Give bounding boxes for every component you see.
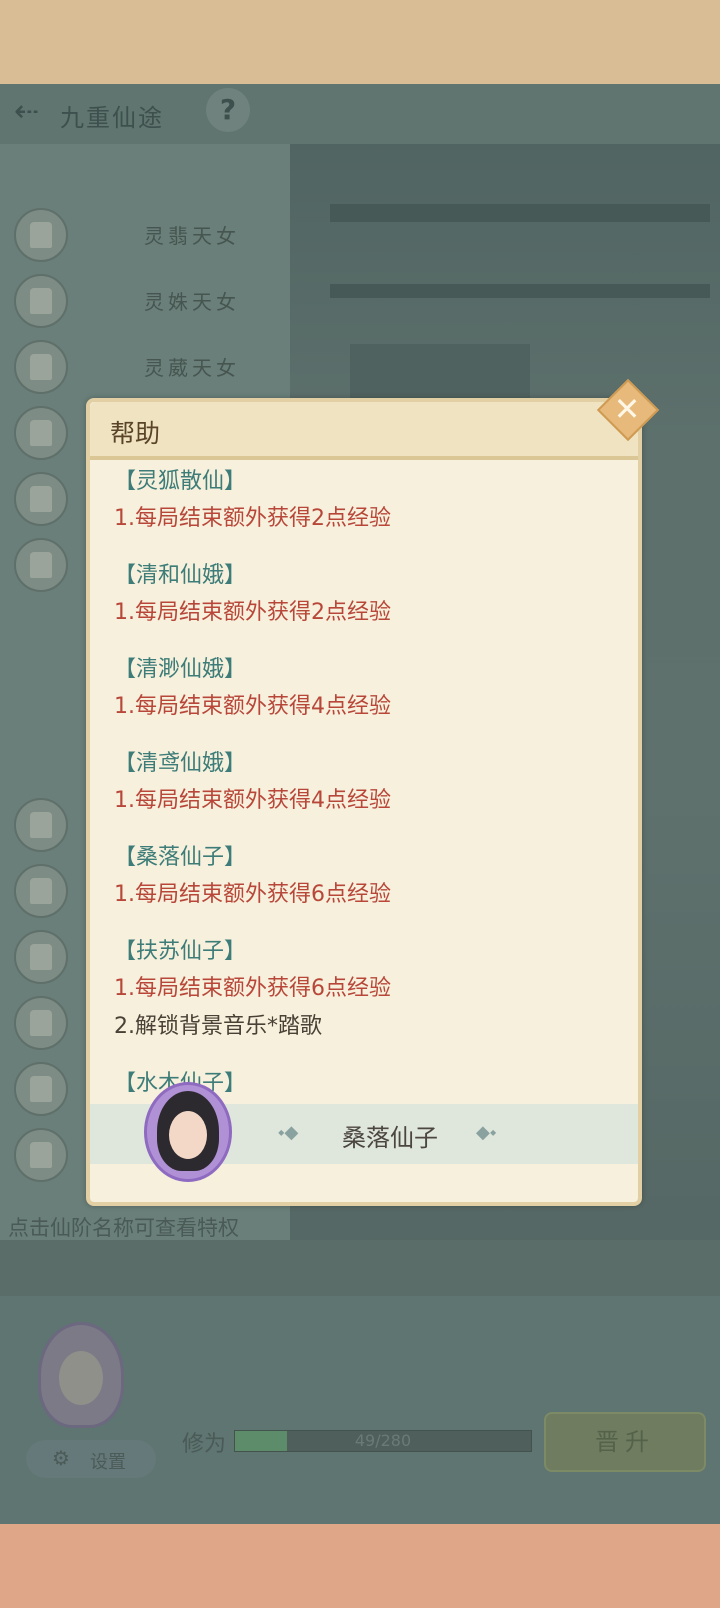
cultivation-label: 修为 — [182, 1432, 227, 1457]
shelf-decoration — [330, 284, 710, 298]
rank-item[interactable]: 灵姝天女 — [14, 274, 284, 328]
help-entry-line: 1.每局结束额外获得4点经验 — [114, 788, 391, 813]
robe-icon — [14, 340, 68, 394]
navigation-bar-area — [0, 1524, 720, 1608]
shelf-decoration — [350, 344, 530, 404]
help-entry-line: 1.每局结束额外获得6点经验 — [114, 976, 391, 1001]
help-entry-title: 【清鸢仙娥】 — [114, 751, 247, 776]
help-entry-line: 1.每局结束额外获得6点经验 — [114, 882, 391, 907]
rank-item[interactable]: 灵翡天女 — [14, 208, 284, 262]
rank-item[interactable]: 灵葳天女 — [14, 340, 284, 394]
title-bar: ⇠ 九重仙途 ? — [0, 84, 720, 144]
shelf-decoration — [330, 204, 710, 222]
help-entry: 【清渺仙娥】 1.每局结束额外获得4点经验 — [114, 652, 614, 726]
player-avatar[interactable] — [38, 1322, 124, 1428]
robe-icon — [14, 1062, 68, 1116]
rank-avatar — [144, 1082, 232, 1182]
help-entry: 【桑落仙子】 1.每局结束额外获得6点经验 — [114, 840, 614, 914]
help-content-list[interactable]: 【灵狐散仙】 1.每局结束额外获得2点经验 【清和仙娥】 1.每局结束额外获得2点经验… — [114, 464, 614, 1096]
gear-icon: ⚙ — [52, 1446, 70, 1470]
robe-icon — [14, 798, 68, 852]
help-entry-title: 【桑落仙子】 — [114, 845, 247, 870]
left-ornament-icon: ⬩◆ — [278, 1122, 299, 1143]
promote-button[interactable]: 晋升 — [544, 1412, 706, 1472]
robe-icon — [14, 538, 68, 592]
avatar-face — [169, 1111, 207, 1159]
help-entry-line: 1.每局结束额外获得4点经验 — [114, 694, 391, 719]
robe-icon — [14, 1128, 68, 1182]
settings-label: 设置 — [90, 1452, 126, 1473]
close-button[interactable]: ✕ — [596, 378, 660, 442]
help-entry: 【灵狐散仙】 1.每局结束额外获得2点经验 — [114, 464, 614, 538]
robe-icon — [14, 472, 68, 526]
rank-hint-text: 点击仙阶名称可查看特权 — [8, 1216, 239, 1240]
help-entry-line: 1.每局结束额外获得2点经验 — [114, 600, 391, 625]
dialog-title: 帮助 — [110, 419, 161, 448]
robe-icon — [14, 274, 68, 328]
player-info-area: ⚙ 设置 修为 49/280 晋升 — [0, 1296, 720, 1524]
settings-button[interactable]: ⚙ 设置 — [26, 1440, 156, 1478]
bottom-divider-bar — [0, 1240, 720, 1296]
page-title: 九重仙途 — [60, 104, 164, 132]
close-icon: ✕ — [613, 390, 641, 428]
avatar-face — [59, 1351, 103, 1405]
help-entry-line: 2.解锁背景音乐*踏歌 — [114, 1014, 322, 1039]
help-entry-line: 1.每局结束额外获得2点经验 — [114, 506, 391, 531]
help-entry-title: 【灵狐散仙】 — [114, 469, 247, 494]
robe-icon — [14, 930, 68, 984]
robe-icon — [14, 406, 68, 460]
help-entry: 【扶苏仙子】 1.每局结束额外获得6点经验 2.解锁背景音乐*踏歌 — [114, 934, 614, 1046]
help-icon[interactable]: ? — [206, 88, 250, 132]
robe-icon — [14, 208, 68, 262]
back-arrow-icon[interactable]: ⇠ — [14, 94, 39, 129]
help-entry-title: 【扶苏仙子】 — [114, 939, 247, 964]
cultivation-progress-bar: 49/280 — [234, 1430, 532, 1452]
progress-text: 49/280 — [354, 1431, 412, 1450]
robe-icon — [14, 864, 68, 918]
help-entry-title: 【清和仙娥】 — [114, 563, 247, 588]
help-entry-title: 【清渺仙娥】 — [114, 657, 247, 682]
dialog-header: 帮助 — [90, 402, 638, 460]
rank-name: 灵翡天女 — [144, 224, 240, 248]
help-dialog: 帮助 ✕ 【灵狐散仙】 1.每局结束额外获得2点经验 【清和仙娥】 1.每局结束额外获… — [86, 378, 660, 1206]
right-ornament-icon: ◆⬩ — [476, 1122, 497, 1143]
current-rank-name: 桑落仙子 — [342, 1124, 438, 1152]
help-entry: 【清鸢仙娥】 1.每局结束额外获得4点经验 — [114, 746, 614, 820]
status-bar-area — [0, 0, 720, 84]
rank-name: 灵姝天女 — [144, 290, 240, 314]
rank-name: 灵葳天女 — [144, 356, 240, 380]
help-entry: 【清和仙娥】 1.每局结束额外获得2点经验 — [114, 558, 614, 632]
robe-icon — [14, 996, 68, 1050]
